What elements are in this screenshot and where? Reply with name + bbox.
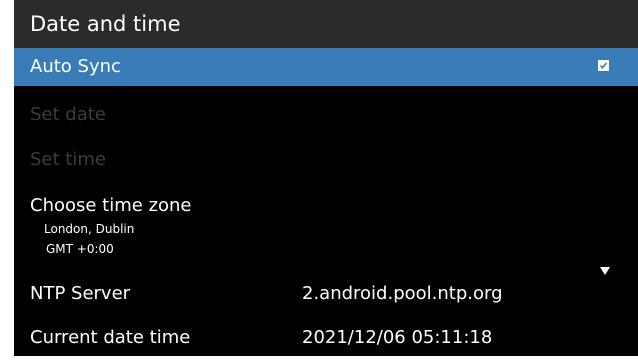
- time-zone-offset: GMT +0:00: [46, 242, 114, 256]
- set-time-label: Set time: [30, 149, 106, 170]
- checkbox-checked-icon: [599, 62, 608, 70]
- set-date-row[interactable]: Set date: [14, 94, 638, 136]
- ntp-server-value: 2.android.pool.ntp.org: [302, 283, 503, 304]
- auto-sync-label: Auto Sync: [30, 56, 121, 77]
- set-date-label: Set date: [30, 104, 106, 125]
- choose-time-zone-label: Choose time zone: [30, 195, 192, 216]
- current-date-time-value: 2021/12/06 05:11:18: [302, 327, 493, 348]
- ntp-server-row[interactable]: NTP Server 2.android.pool.ntp.org: [14, 276, 638, 314]
- title-bar: Date and time: [14, 0, 638, 48]
- ntp-server-label: NTP Server: [30, 283, 131, 304]
- set-time-row[interactable]: Set time: [14, 142, 638, 184]
- auto-sync-checkbox[interactable]: [598, 60, 609, 71]
- choose-time-zone-row[interactable]: Choose time zone London, Dublin GMT +0:0…: [14, 186, 638, 262]
- date-time-settings-panel: Date and time Auto Sync Set date Set tim…: [14, 0, 638, 356]
- page-title: Date and time: [30, 12, 181, 36]
- dropdown-arrow-icon[interactable]: [600, 267, 610, 275]
- screen: Date and time Auto Sync Set date Set tim…: [0, 0, 638, 362]
- time-zone-city: London, Dublin: [44, 222, 135, 236]
- current-date-time-label: Current date time: [30, 327, 191, 348]
- current-date-time-row: Current date time 2021/12/06 05:11:18: [14, 318, 638, 356]
- auto-sync-row[interactable]: Auto Sync: [14, 48, 638, 86]
